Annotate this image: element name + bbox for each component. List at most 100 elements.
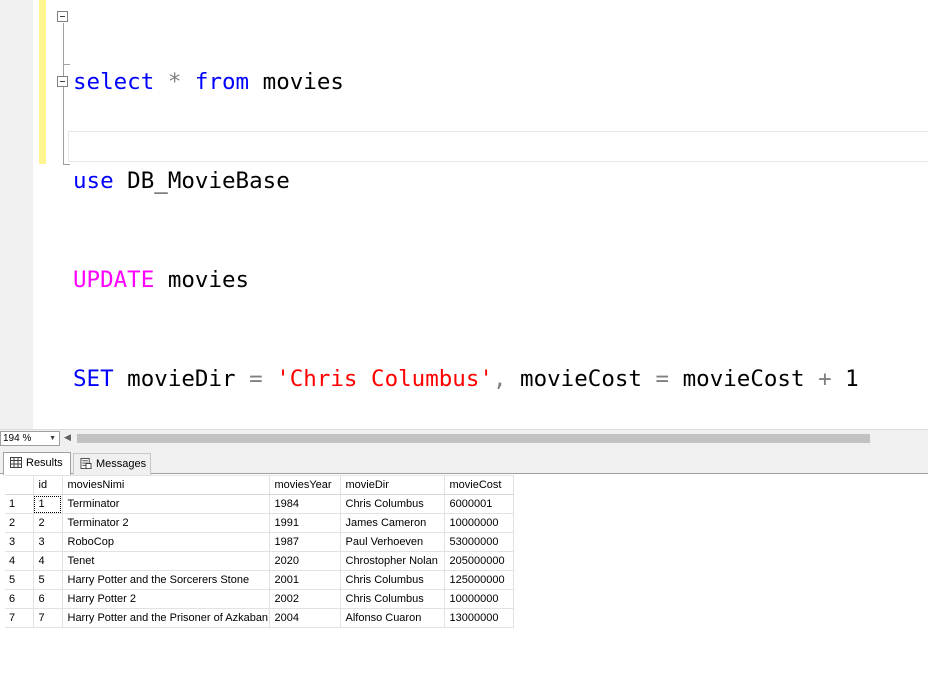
tab-messages-label: Messages [96,458,147,470]
cell-moviecost[interactable]: 10000000 [444,589,514,609]
code-token: movies [154,267,250,293]
tab-results-label: Results [26,457,63,469]
query-editor[interactable]: select * from movies use DB_MovieBase UP… [0,0,928,491]
cell-moviesnimi[interactable]: Terminator 2 [62,513,270,533]
change-tracking-bar [39,0,46,164]
collapse-toggle-icon[interactable] [57,76,68,87]
cell-moviecost[interactable]: 205000000 [444,551,514,571]
code-line: use DB_MovieBase [73,165,859,198]
table-row[interactable]: 4 4 Tenet 2020 Chrostopher Nolan 2050000… [5,551,514,571]
code-token: select [73,69,155,95]
outline-line [63,23,64,165]
cell-moviedir[interactable]: Chris Columbus [340,494,445,514]
cell-id[interactable]: 4 [33,551,63,571]
cell-moviesnimi[interactable]: Harry Potter and the Sorcerers Stone [62,570,270,590]
cell-moviecost[interactable]: 53000000 [444,532,514,552]
results-pane: Results Messages id moviesNimi moviesYea… [0,447,928,684]
row-number[interactable]: 4 [5,551,34,571]
cell-moviedir[interactable]: Alfonso Cuaron [340,608,445,628]
cell-moviesyear[interactable]: 1991 [269,513,341,533]
editor-gutter [0,0,33,429]
cell-id[interactable]: 3 [33,532,63,552]
cell-moviesyear[interactable]: 2020 [269,551,341,571]
cell-id[interactable]: 5 [33,570,63,590]
code-token: = [655,366,670,392]
editor-status-strip: 194 % ▼ ◀ [0,429,928,447]
scroll-left-icon[interactable]: ◀ [64,432,71,443]
zoom-dropdown[interactable]: 194 % ▼ [0,431,60,446]
cell-moviedir[interactable]: James Cameron [340,513,445,533]
cell-moviesnimi[interactable]: Harry Potter and the Prisoner of Azkaban [62,608,270,628]
code-token: * [167,69,182,95]
cell-id[interactable]: 2 [33,513,63,533]
code-token: use [73,168,114,194]
tab-messages[interactable]: Messages [73,453,151,475]
table-row[interactable]: 2 2 Terminator 2 1991 James Cameron 1000… [5,513,514,533]
code-token: = [249,366,263,392]
cell-id[interactable]: 6 [33,589,63,609]
cell-moviesyear[interactable]: 2001 [269,570,341,590]
messages-icon [80,458,92,469]
cell-moviesyear[interactable]: 1984 [269,494,341,514]
results-grid[interactable]: id moviesNimi moviesYear movieDir movieC… [5,475,514,628]
results-tabbar: Results Messages [0,447,928,475]
code-token: movies [249,69,344,95]
table-row[interactable]: 5 5 Harry Potter and the Sorcerers Stone… [5,570,514,590]
cell-moviesnimi[interactable]: Harry Potter 2 [62,589,270,609]
horizontal-scrollbar-thumb[interactable] [77,434,870,443]
code-token: 'Chris Columbus' [276,366,493,392]
cell-moviesyear[interactable]: 2004 [269,608,341,628]
cell-id[interactable]: 1 [33,494,63,514]
cell-moviesyear[interactable]: 2002 [269,589,341,609]
cell-moviecost[interactable]: 10000000 [444,513,514,533]
row-number[interactable]: 5 [5,570,34,590]
column-header-moviesyear[interactable]: moviesYear [269,475,341,495]
row-number-header[interactable] [5,475,34,495]
code-line: UPDATE movies [73,264,859,297]
cell-moviedir[interactable]: Chris Columbus [340,589,445,609]
code-token: DB_MovieBase [113,168,290,194]
cell-moviesyear[interactable]: 1987 [269,532,341,552]
zoom-value: 194 % [3,433,32,444]
cell-moviecost[interactable]: 13000000 [444,608,514,628]
cell-moviedir[interactable]: Chrostopher Nolan [340,551,445,571]
outline-end [63,64,70,65]
table-row[interactable]: 7 7 Harry Potter and the Prisoner of Azk… [5,608,514,628]
code-token: + [818,366,832,392]
tab-results[interactable]: Results [3,452,71,475]
column-header-moviedir[interactable]: movieDir [340,475,445,495]
grid-header-row: id moviesNimi moviesYear movieDir movieC… [5,475,514,495]
code-token: SET [73,366,114,392]
cell-moviesnimi[interactable]: RoboCop [62,532,270,552]
code-token: from [194,69,250,95]
outline-end [63,164,70,165]
cell-moviesnimi[interactable]: Tenet [62,551,270,571]
collapse-toggle-icon[interactable] [57,11,68,22]
grid-icon [10,457,22,468]
cell-moviesnimi[interactable]: Terminator [62,494,270,514]
row-number[interactable]: 2 [5,513,34,533]
cell-id[interactable]: 7 [33,608,63,628]
table-row[interactable]: 1 1 Terminator 1984 Chris Columbus 60000… [5,494,514,514]
code-token: , [492,366,507,392]
code-token: movieCost [506,366,656,392]
cell-moviecost[interactable]: 125000000 [444,570,514,590]
code-token: 1 [831,366,859,392]
table-row[interactable]: 3 3 RoboCop 1987 Paul Verhoeven 53000000 [5,532,514,552]
chevron-down-icon: ▼ [49,435,56,442]
row-number[interactable]: 3 [5,532,34,552]
row-number[interactable]: 7 [5,608,34,628]
column-header-id[interactable]: id [33,475,63,495]
row-number[interactable]: 6 [5,589,34,609]
cell-moviecost[interactable]: 6000001 [444,494,514,514]
code-token: UPDATE [73,267,155,293]
column-header-moviesnimi[interactable]: moviesNimi [62,475,270,495]
table-row[interactable]: 6 6 Harry Potter 2 2002 Chris Columbus 1… [5,589,514,609]
cell-moviedir[interactable]: Chris Columbus [340,570,445,590]
column-header-moviecost[interactable]: movieCost [444,475,514,495]
row-number[interactable]: 1 [5,494,34,514]
cell-moviedir[interactable]: Paul Verhoeven [340,532,445,552]
